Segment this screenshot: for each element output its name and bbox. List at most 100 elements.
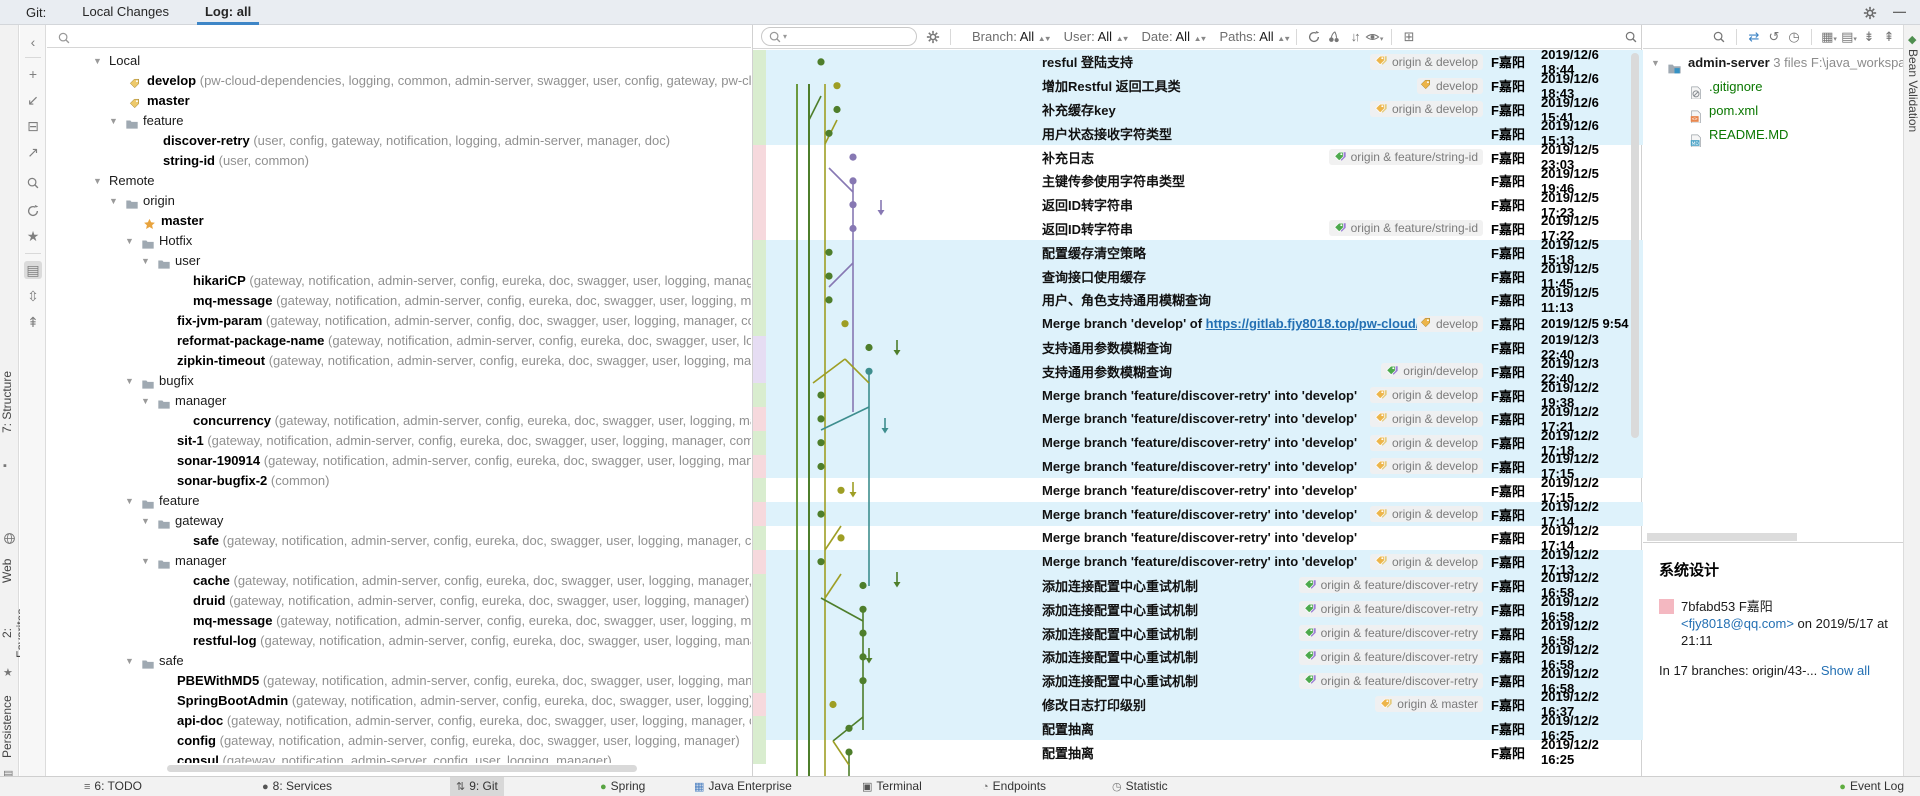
- branch-row-local[interactable]: ▼Local: [47, 51, 751, 71]
- branch-tag[interactable]: origin & develop: [1370, 101, 1483, 117]
- group-by-icon[interactable]: ▦▾: [1819, 29, 1839, 45]
- filter-date[interactable]: Date: All ▲▼: [1142, 29, 1206, 44]
- branch-tag[interactable]: origin & develop: [1370, 458, 1483, 474]
- branch-row-sonar-bugfix-2[interactable]: sonar-bugfix-2 (common): [47, 471, 751, 491]
- commit-row[interactable]: resful 登陆支持origin & developF嘉阳2019/12/6 …: [753, 50, 1643, 74]
- commit-icon[interactable]: ↗: [24, 143, 42, 161]
- branch-row-string-id[interactable]: string-id (user, common): [47, 151, 751, 171]
- branch-tag[interactable]: origin & master: [1375, 696, 1483, 712]
- expand-arrow-icon[interactable]: ▼: [125, 651, 134, 671]
- branch-row-springbootadmin[interactable]: SpringBootAdmin (gateway, notification, …: [47, 691, 751, 711]
- branch-tag[interactable]: origin & feature/discover-retry: [1299, 673, 1483, 689]
- changed-files-root[interactable]: ▼ admin-server 3 files F:\java_workspace: [1643, 51, 1903, 75]
- commit-row[interactable]: 配置缓存清空策略F嘉阳2019/12/5 15:18: [753, 240, 1643, 264]
- branch-tag[interactable]: origin & develop: [1370, 387, 1483, 403]
- statusbar----services[interactable]: ●8: Services: [256, 777, 338, 796]
- statusbar-statistic[interactable]: ◷Statistic: [1106, 777, 1174, 796]
- expand-arrow-icon[interactable]: ▼: [141, 391, 150, 411]
- branch-row-zipkin-timeout[interactable]: zipkin-timeout (gateway, notification, a…: [47, 351, 751, 371]
- delete-icon[interactable]: ⊟: [24, 117, 42, 135]
- branch-row-master[interactable]: master: [47, 211, 751, 231]
- branch-tag[interactable]: origin & feature/discover-retry: [1299, 601, 1483, 617]
- tab-local-changes[interactable]: Local Changes: [82, 0, 169, 25]
- commit-row[interactable]: 增加Restful 返回工具类developF嘉阳2019/12/6 18:43: [753, 74, 1643, 98]
- statusbar-terminal[interactable]: ▣Terminal: [856, 777, 928, 796]
- branch-row-sonar-190914[interactable]: sonar-190914 (gateway, notification, adm…: [47, 451, 751, 471]
- changed-file-row[interactable]: .gitignore: [1643, 75, 1903, 99]
- stripe----structure[interactable]: 7: Structure: [0, 352, 19, 452]
- branch-row-cache[interactable]: cache (gateway, notification, admin-serv…: [47, 571, 751, 591]
- move-down-icon[interactable]: ↙: [24, 91, 42, 109]
- branch-tag[interactable]: develop: [1417, 78, 1483, 94]
- bean-validation-icon[interactable]: ◆: [1908, 33, 1916, 46]
- commit-row[interactable]: 支持通用参数模糊查询origin/developF嘉阳2019/12/3 22:…: [753, 359, 1643, 383]
- branch-tag[interactable]: origin & feature/string-id: [1329, 220, 1483, 236]
- branch-row-restful-log[interactable]: restful-log (gateway, notification, admi…: [47, 631, 751, 651]
- new-tab-icon[interactable]: ⊞: [1399, 29, 1419, 45]
- statusbar-endpoints[interactable]: ◔Endpoints: [976, 777, 1052, 796]
- filter-paths[interactable]: Paths: All ▲▼: [1219, 29, 1289, 44]
- stripe-persistence[interactable]: Persistence: [0, 690, 19, 764]
- commit-row[interactable]: Merge branch 'feature/discover-retry' in…: [753, 455, 1643, 479]
- branch-row-discover-retry[interactable]: discover-retry (user, config, gateway, n…: [47, 131, 751, 151]
- show-all-link[interactable]: Show all: [1821, 663, 1870, 678]
- filter-files-search-icon[interactable]: [1709, 29, 1729, 45]
- branch-row-reformat-package-name[interactable]: reformat-package-name (gateway, notifica…: [47, 331, 751, 351]
- log-settings-gear-icon[interactable]: [923, 29, 943, 45]
- branch-row-develop[interactable]: develop (pw-cloud-dependencies, logging,…: [47, 71, 751, 91]
- statusbar-java-enterprise[interactable]: ▦Java Enterprise: [688, 777, 798, 796]
- rollback-icon[interactable]: ↺: [1764, 29, 1784, 45]
- commit-row[interactable]: Merge branch 'develop' of https://gitlab…: [753, 312, 1643, 336]
- commit-row[interactable]: 配置抽离F嘉阳2019/12/2 16:25: [753, 740, 1643, 764]
- branch-row-hikaricp[interactable]: hikariCP (gateway, notification, admin-s…: [47, 271, 751, 291]
- commit-row[interactable]: Merge branch 'feature/discover-retry' in…: [753, 478, 1643, 502]
- expand-arrow-icon[interactable]: ▼: [141, 511, 150, 531]
- commit-row[interactable]: 修改日志打印级别origin & masterF嘉阳2019/12/2 16:3…: [753, 693, 1643, 717]
- expand-all-icon[interactable]: ⇳: [24, 287, 42, 305]
- expand-arrow-icon[interactable]: ▼: [125, 491, 134, 511]
- expand-arrow-icon[interactable]: ▼: [109, 191, 118, 211]
- expand-arrow-icon[interactable]: ▼: [141, 551, 150, 571]
- expand-arrow-icon[interactable]: ▼: [109, 111, 118, 131]
- show-toolwindow-icon[interactable]: ▤: [24, 261, 42, 279]
- add-icon[interactable]: +: [24, 65, 42, 83]
- commit-row[interactable]: 返回ID转字符串origin & feature/string-idF嘉阳201…: [753, 217, 1643, 241]
- branch-row-manager[interactable]: ▼manager: [47, 391, 751, 411]
- commit-row[interactable]: Merge branch 'feature/discover-retry' in…: [753, 502, 1643, 526]
- log-search-field[interactable]: ▾: [761, 27, 917, 46]
- search-icon[interactable]: [24, 173, 42, 191]
- back-icon[interactable]: ‹: [24, 33, 42, 51]
- commit-row[interactable]: 添加连接配置中心重试机制origin & feature/discover-re…: [753, 669, 1643, 693]
- files-horizontal-scrollbar[interactable]: [1647, 533, 1797, 541]
- go-to-hash-search-icon[interactable]: [1621, 29, 1641, 45]
- commit-message-link[interactable]: https://gitlab.fjy8018.top/pw-cloud/eure…: [1206, 316, 1417, 331]
- commit-row[interactable]: 返回ID转字符串F嘉阳2019/12/5 17:23: [753, 193, 1643, 217]
- branch-row-manager[interactable]: ▼manager: [47, 551, 751, 571]
- branch-row-api-doc[interactable]: api-doc (gateway, notification, admin-se…: [47, 711, 751, 731]
- stripe-web[interactable]: Web: [0, 548, 19, 594]
- branch-tag[interactable]: origin & develop: [1370, 506, 1483, 522]
- branch-row-bugfix[interactable]: ▼bugfix: [47, 371, 751, 391]
- tab-log-all[interactable]: Log: all: [205, 0, 251, 25]
- branch-row-concurrency[interactable]: concurrency (gateway, notification, admi…: [47, 411, 751, 431]
- branch-row-sit-1[interactable]: sit-1 (gateway, notification, admin-serv…: [47, 431, 751, 451]
- branch-tag[interactable]: origin & feature/discover-retry: [1299, 625, 1483, 641]
- branch-row-feature[interactable]: ▼feature: [47, 491, 751, 511]
- branch-row-consul[interactable]: consul (gateway, notification, admin-ser…: [47, 751, 751, 763]
- branch-row-gateway[interactable]: ▼gateway: [47, 511, 751, 531]
- branch-tag[interactable]: origin & feature/string-id: [1329, 149, 1483, 165]
- branch-tag[interactable]: origin/develop: [1381, 363, 1483, 379]
- collapse-all-icon[interactable]: ⇞: [1879, 29, 1899, 45]
- filter-branch[interactable]: Branch: All ▲▼: [972, 29, 1050, 44]
- preview-layout-icon[interactable]: ▤▾: [1839, 29, 1859, 45]
- commit-row[interactable]: 用户状态接收字符类型F嘉阳2019/12/6 15:13: [753, 121, 1643, 145]
- branch-row-hotfix[interactable]: ▼Hotfix: [47, 231, 751, 251]
- expand-arrow-icon[interactable]: ▼: [125, 371, 134, 391]
- branch-tag[interactable]: origin & feature/discover-retry: [1299, 577, 1483, 593]
- commit-row[interactable]: 添加连接配置中心重试机制origin & feature/discover-re…: [753, 574, 1643, 598]
- branch-row-mq-message[interactable]: mq-message (gateway, notification, admin…: [47, 291, 751, 311]
- branch-row-druid[interactable]: druid (gateway, notification, admin-serv…: [47, 591, 751, 611]
- commit-row[interactable]: 支持通用参数模糊查询F嘉阳2019/12/3 22:40: [753, 336, 1643, 360]
- changed-file-row[interactable]: MD README.MD: [1643, 123, 1903, 147]
- changed-file-row[interactable]: <> pom.xml: [1643, 99, 1903, 123]
